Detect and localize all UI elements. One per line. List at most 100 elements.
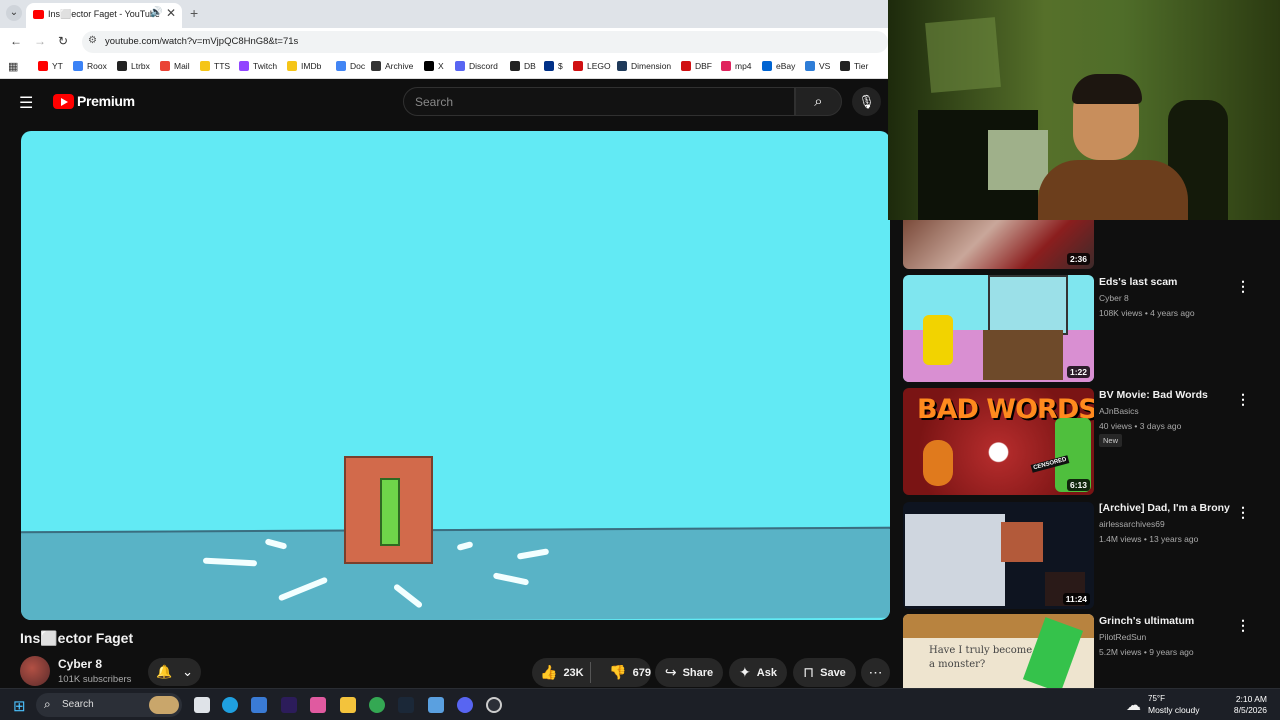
channel-name[interactable]: Cyber 8 [58, 657, 102, 671]
rec-title[interactable]: BV Movie: Bad Words [1099, 389, 1208, 401]
video-player[interactable] [21, 131, 890, 620]
rec-channel[interactable]: Cyber 8 [1099, 293, 1129, 303]
bookmark-label: eBay [776, 61, 796, 71]
subscriber-count: 101K subscribers [58, 674, 132, 685]
dislike-button[interactable]: 👎 679 [609, 664, 651, 681]
hamburger-menu-icon[interactable]: ☰ [19, 93, 33, 113]
bookmark-favicon-icon [38, 61, 48, 71]
new-badge: New [1099, 434, 1123, 447]
rec-channel[interactable]: PilotRedSun [1099, 632, 1146, 642]
rec-thumbnail[interactable]: Have I truly become a monster? [903, 614, 1094, 688]
save-button[interactable]: ⊓ Save [793, 658, 856, 687]
bookmark-archive[interactable]: Archive [371, 61, 413, 71]
weather-cloud-icon[interactable]: ☁ [1126, 696, 1141, 714]
rec-thumbnail[interactable]: 11:24 [903, 502, 1094, 609]
bookmark-dimension[interactable]: Dimension [617, 61, 671, 71]
apps-grid-icon[interactable]: ▦ [8, 60, 18, 73]
bookmark-favicon-icon [160, 61, 170, 71]
taskbar-search-input[interactable]: ⌕ Search [36, 693, 182, 717]
bookmark-tier[interactable]: Tier [840, 61, 868, 71]
bookmark-db[interactable]: DB [510, 61, 536, 71]
bookmark-ebay[interactable]: eBay [762, 61, 795, 71]
channel-avatar[interactable] [20, 656, 50, 686]
rec-duration: 1:22 [1066, 366, 1090, 378]
bookmark-favicon-icon [805, 61, 815, 71]
premiere-pro-icon[interactable] [281, 697, 297, 713]
more-vertical-icon[interactable]: ⋮ [1236, 391, 1250, 408]
instagram-icon[interactable] [310, 697, 326, 713]
rec-thumbnail[interactable]: BAD WORDS CENSORED 6:13 [903, 388, 1094, 495]
chrome-icon[interactable] [369, 697, 385, 713]
task-view-icon[interactable] [194, 697, 210, 713]
rec-channel[interactable]: airlessarchives69 [1099, 519, 1165, 529]
thumbs-down-icon: 👎 [609, 664, 627, 680]
bookmark-doc[interactable]: Doc [336, 61, 365, 71]
rec-thumbnail[interactable]: 2:36 [903, 220, 1094, 269]
search-input[interactable]: Search [403, 87, 795, 116]
bookmark-yt[interactable]: YT [38, 61, 63, 71]
new-tab-button[interactable]: + [190, 5, 198, 21]
back-arrow-icon[interactable]: ← [10, 34, 22, 48]
reload-icon[interactable]: ↻ [58, 34, 68, 48]
bookmark-roox[interactable]: Roox [73, 61, 107, 71]
site-info-icon[interactable]: ⚙ [88, 35, 97, 46]
bookmark-favicon-icon [200, 61, 210, 71]
tab-search-icon[interactable]: ⌄ [6, 5, 22, 21]
rec-title[interactable]: [Archive] Dad, I'm a Brony [1099, 502, 1230, 514]
clock-date[interactable]: 8/5/2026 [1219, 705, 1267, 715]
notification-bell-button[interactable]: 🔔 ⌄ [148, 658, 201, 686]
taskbar: ⊞ ⌕ Search ☁ 75°F Mostly cloudy 2:10 AM … [0, 688, 1280, 720]
edge-browser-icon[interactable] [222, 697, 238, 713]
file-explorer-icon[interactable] [340, 697, 356, 713]
photos-icon[interactable] [428, 697, 444, 713]
like-button[interactable]: 👍 23K [540, 664, 591, 681]
youtube-brand-label[interactable]: Premium [77, 93, 135, 109]
rec-channel[interactable]: AJnBasics [1099, 406, 1139, 416]
bookmark-x[interactable]: X [424, 61, 444, 71]
bookmark-lego[interactable]: LEGO [573, 61, 611, 71]
bookmark-ltrbx[interactable]: Ltrbx [117, 61, 150, 71]
more-vertical-icon[interactable]: ⋮ [1236, 278, 1250, 295]
bookmark-vs[interactable]: VS [805, 61, 830, 71]
search-button[interactable]: ⌕ [795, 87, 842, 116]
bookmark-tts[interactable]: TTS [200, 61, 230, 71]
windows-start-icon[interactable]: ⊞ [13, 697, 26, 715]
rec-thumbnail[interactable]: 1:22 [903, 275, 1094, 382]
browser-tab[interactable]: Ins⬜ector Faget - YouTube 🔊 ✕ [26, 3, 182, 28]
rec-title[interactable]: Eds's last scam [1099, 276, 1177, 288]
bookmark-label: $ [558, 61, 563, 71]
discord-icon[interactable] [457, 697, 473, 713]
close-icon[interactable]: ✕ [166, 6, 176, 20]
forward-arrow-icon[interactable]: → [34, 34, 46, 48]
bookmark-[interactable]: $ [544, 61, 563, 71]
share-button[interactable]: ↪ Share [655, 658, 723, 687]
bookmark-label: DBF [695, 61, 712, 71]
bookmark-twitch[interactable]: Twitch [239, 61, 277, 71]
voice-search-button[interactable]: 🎙 [852, 87, 881, 116]
bookmark-favicon-icon [762, 61, 772, 71]
weather-description[interactable]: Mostly cloudy [1148, 705, 1200, 715]
bookmark-dbf[interactable]: DBF [681, 61, 712, 71]
bookmark-favicon-icon [239, 61, 249, 71]
clock-time[interactable]: 2:10 AM [1227, 694, 1267, 704]
more-vertical-icon[interactable]: ⋮ [1236, 504, 1250, 521]
speaker-icon[interactable]: 🔊 [150, 7, 162, 18]
bookmark-label: TTS [214, 61, 231, 71]
video-frame-box-slot [380, 478, 400, 546]
ask-button[interactable]: ✦ Ask [729, 658, 787, 687]
bookmark-mp4[interactable]: mp4 [721, 61, 752, 71]
obs-icon[interactable] [486, 697, 502, 713]
bookmark-label: Tier [854, 61, 869, 71]
bookmark-imdb[interactable]: IMDb [287, 61, 321, 71]
bookmark-mail[interactable]: Mail [160, 61, 190, 71]
more-vertical-icon[interactable]: ⋮ [1236, 617, 1250, 634]
store-icon[interactable] [251, 697, 267, 713]
steam-icon[interactable] [398, 697, 414, 713]
thumb-handwriting-text: Have I truly become a monster? [929, 645, 1033, 670]
bookmark-discord[interactable]: Discord [455, 61, 498, 71]
url-field[interactable]: ⚙ youtube.com/watch?v=mVjpQC8HnG8&t=71s [82, 31, 888, 53]
weather-temperature[interactable]: 75°F [1148, 694, 1165, 703]
more-actions-button[interactable]: ⋯ [861, 658, 890, 687]
microphone-icon: 🎙 [858, 94, 875, 109]
rec-title[interactable]: Grinch's ultimatum [1099, 615, 1194, 627]
